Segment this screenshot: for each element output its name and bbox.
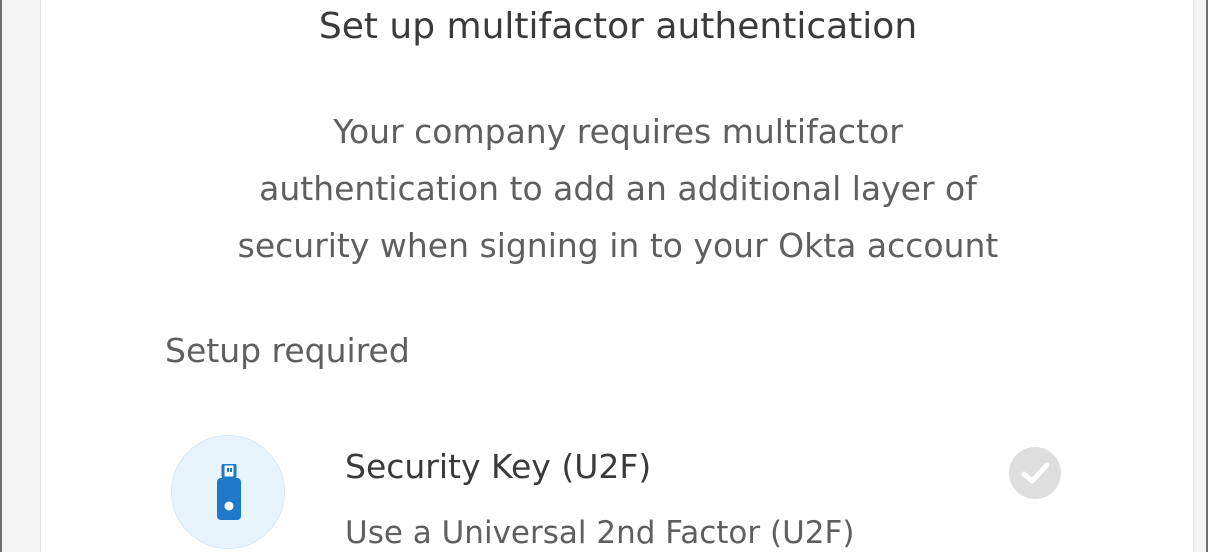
usb-key-glyph xyxy=(217,464,241,520)
page-title: Set up multifactor authentication xyxy=(318,6,918,47)
factor-description: Use a Universal 2nd Factor (U2F) xyxy=(345,515,855,551)
intro-line-3: security when signing in to your Okta ac… xyxy=(237,226,999,265)
factor-name: Security Key (U2F) xyxy=(345,447,652,486)
check-circle-icon xyxy=(1009,447,1061,499)
intro-line-2: authentication to add an additional laye… xyxy=(259,169,977,208)
setup-required-label: Setup required xyxy=(165,331,410,370)
usb-key-icon xyxy=(171,435,285,549)
mfa-setup-card: Set up multifactor authentication Your c… xyxy=(40,0,1194,552)
intro-line-1: Your company requires multifactor xyxy=(333,112,903,151)
factor-security-key[interactable]: Security Key (U2F) Use a Universal 2nd F… xyxy=(165,430,1095,552)
intro-text: Your company requires multifactor authen… xyxy=(141,103,1095,274)
window-frame: Set up multifactor authentication Your c… xyxy=(0,0,1208,552)
